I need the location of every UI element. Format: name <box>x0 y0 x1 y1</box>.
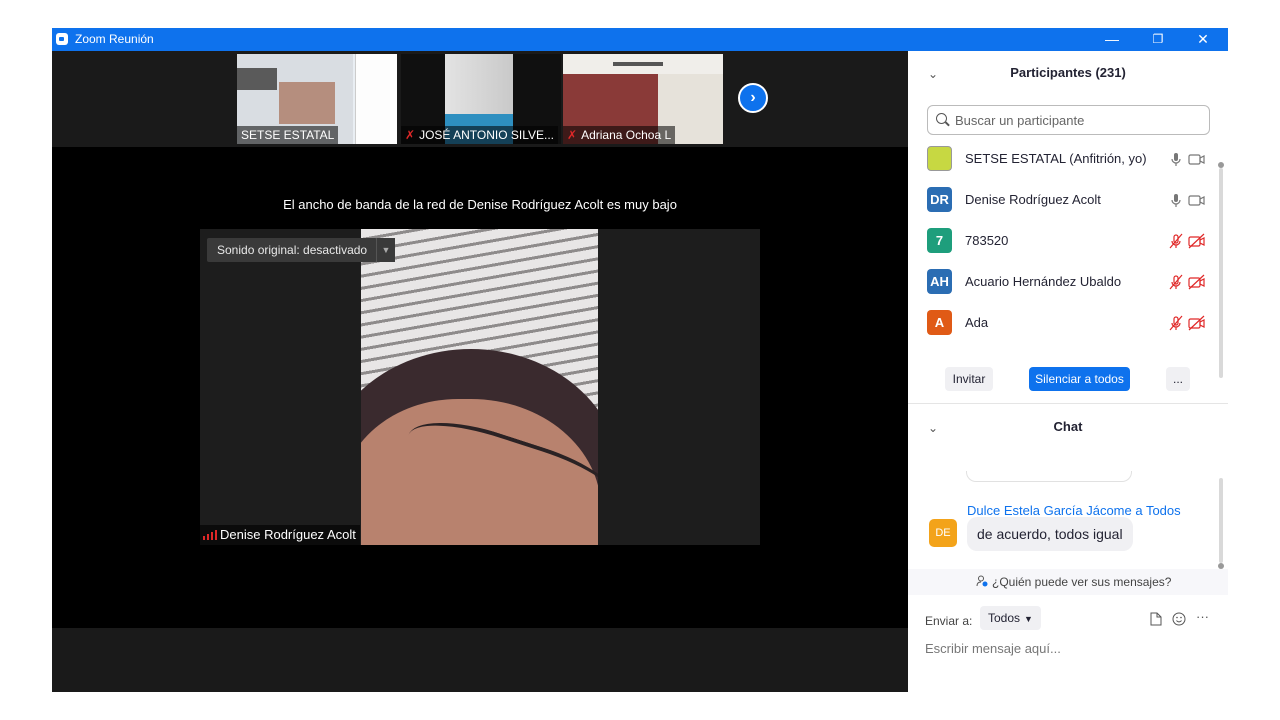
file-icon[interactable] <box>1150 612 1162 626</box>
person-info-icon <box>976 575 988 587</box>
speaker-name-tag: Denise Rodríguez Acolt <box>200 525 360 545</box>
mic-icon[interactable] <box>1168 151 1184 167</box>
thumbnail-name: SETSE ESTATAL <box>237 126 339 144</box>
divider <box>908 403 1228 404</box>
participant-name: SETSE ESTATAL (Anfitrión, yo) <box>965 151 1147 166</box>
send-to-label: Enviar a: <box>925 614 973 628</box>
chevron-right-icon: › <box>750 89 756 106</box>
participant-row[interactable]: DR Denise Rodríguez Acolt <box>908 180 1218 221</box>
who-can-see-text: ¿Quién puede ver sus mensajes? <box>992 575 1172 589</box>
next-page-button[interactable]: › <box>738 83 768 113</box>
chevron-down-icon[interactable]: ▼ <box>376 238 395 262</box>
participant-name: Denise Rodríguez Acolt <box>965 192 1101 207</box>
chat-scrollbar[interactable] <box>1218 478 1224 569</box>
avatar: 7 <box>927 228 952 253</box>
emoji-icon[interactable] <box>1172 612 1186 626</box>
avatar: DR <box>927 187 952 212</box>
participant-name: Ada <box>965 315 989 330</box>
thumbnail-setse[interactable]: SETSE ESTATAL <box>237 54 397 144</box>
muted-mic-icon: ✗ <box>567 128 578 142</box>
participant-name: Acuario Hernández Ubaldo <box>965 274 1122 289</box>
zoom-window: Zoom Reunión — ❐ ✕ SETSE ESTATAL ✗ JOSÉ A… <box>52 28 1228 692</box>
camera-icon[interactable] <box>1188 192 1206 208</box>
zoom-app-icon <box>56 33 68 45</box>
chat-message: de acuerdo, todos igual <box>967 517 1133 551</box>
participant-name: 783520 <box>965 233 1009 248</box>
muted-mic-icon[interactable] <box>1168 315 1184 331</box>
close-button[interactable]: ✕ <box>1180 28 1226 51</box>
muted-mic-icon[interactable] <box>1168 274 1184 290</box>
side-panel: ⌄ Participantes (231) Buscar un particip… <box>908 51 1228 692</box>
signal-strength-icon <box>203 530 217 540</box>
preview-chat-panel <box>355 54 397 144</box>
avatar: AH <box>927 269 952 294</box>
thumbnail-name: ✗ JOSÉ ANTONIO SILVE... <box>401 126 558 144</box>
thumbnail-name: ✗ Adriana Ochoa L <box>563 126 676 144</box>
window-title: Zoom Reunión <box>75 32 154 46</box>
participant-row[interactable]: A Ada <box>908 303 1218 344</box>
avatar: A <box>927 310 952 335</box>
speaker-name: Denise Rodríguez Acolt <box>220 527 356 542</box>
thumbnail-jose[interactable]: ✗ JOSÉ ANTONIO SILVE... <box>401 54 561 144</box>
camera-off-icon[interactable] <box>1188 233 1206 249</box>
muted-mic-icon[interactable] <box>1168 233 1184 249</box>
chat-more-button[interactable]: ··· <box>1196 609 1209 624</box>
search-icon <box>936 113 947 124</box>
participant-row[interactable]: AH Acuario Hernández Ubaldo <box>908 262 1218 303</box>
minimize-button[interactable]: — <box>1089 28 1135 51</box>
participants-title: Participantes (231) <box>1010 65 1126 80</box>
who-can-see-bar[interactable]: ¿Quién puede ver sus mensajes? <box>908 569 1228 595</box>
preview-face <box>279 82 335 124</box>
chevron-down-icon: ▼ <box>1024 614 1033 624</box>
thumbnail-strip: SETSE ESTATAL ✗ JOSÉ ANTONIO SILVE... ✗ Ad… <box>52 51 908 147</box>
camera-off-icon[interactable] <box>1188 315 1206 331</box>
chat-sender: Dulce Estela García Jácome a Todos <box>967 503 1181 518</box>
participant-list: SETSE ESTATAL (Anfitrión, yo) DR Denise … <box>908 139 1218 349</box>
recipient-dropdown[interactable]: Todos ▼ <box>980 606 1041 630</box>
mic-icon[interactable] <box>1168 192 1184 208</box>
thumbnail-adriana[interactable]: ✗ Adriana Ochoa L <box>563 54 723 144</box>
preview-block <box>237 68 277 90</box>
recipient-value: Todos <box>988 611 1021 625</box>
video-area: SETSE ESTATAL ✗ JOSÉ ANTONIO SILVE... ✗ Ad… <box>52 51 908 692</box>
participant-row[interactable]: SETSE ESTATAL (Anfitrión, yo) <box>908 139 1218 180</box>
host-avatar <box>927 146 952 171</box>
restore-button[interactable]: ❐ <box>1135 28 1181 51</box>
camera-icon[interactable] <box>1188 151 1206 167</box>
original-sound-toggle[interactable]: Sonido original: desactivado <box>207 238 378 262</box>
video-frame <box>361 229 598 545</box>
invite-button[interactable]: Invitar <box>945 367 993 391</box>
participant-search-input[interactable]: Buscar un participante <box>927 105 1210 135</box>
bandwidth-warning: El ancho de banda de la red de Denise Ro… <box>283 197 677 212</box>
previous-message-bubble <box>966 471 1132 482</box>
active-speaker-video: Sonido original: desactivado ▼ Denise Ro… <box>200 229 760 545</box>
chat-avatar: DE <box>929 519 957 547</box>
message-input[interactable]: Escribir mensaje aquí... <box>925 641 1061 656</box>
camera-off-icon[interactable] <box>1188 274 1206 290</box>
meeting-controls-bar <box>52 628 908 692</box>
mute-all-button[interactable]: Silenciar a todos <box>1029 367 1130 391</box>
participants-more-button[interactable]: ... <box>1166 367 1190 391</box>
muted-mic-icon: ✗ <box>405 128 416 142</box>
participant-row[interactable]: 7 783520 <box>908 221 1218 262</box>
participants-scrollbar[interactable] <box>1218 162 1224 378</box>
title-bar: Zoom Reunión — ❐ ✕ <box>52 28 1228 51</box>
search-placeholder: Buscar un participante <box>955 113 1085 128</box>
chat-title: Chat <box>1053 419 1083 434</box>
preview-fan <box>613 62 663 66</box>
